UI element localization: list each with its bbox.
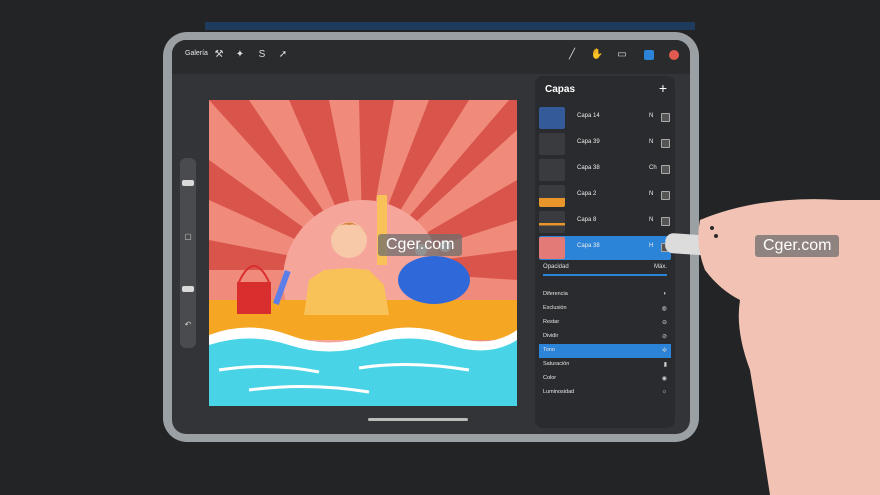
layer-blend-mode[interactable]: N [649,191,653,197]
arrow-icon[interactable]: ➚ [276,48,290,62]
smudge-icon[interactable]: ✋ [590,48,604,62]
background-stripe [205,22,695,30]
eraser-icon[interactable]: ▭ [615,48,629,62]
blend-mode-item[interactable]: Luminosidad ☼ [539,386,671,400]
blend-mode-item[interactable]: Diferencia ◐ [539,288,671,302]
layer-visibility-checkbox[interactable] [661,113,670,122]
color-icon[interactable] [667,48,681,62]
blend-mode-item-selected[interactable]: Tono ✲ [539,344,671,358]
opacity-slider[interactable] [543,274,667,276]
layers-panel-title: Capas [545,84,576,95]
layer-blend-mode[interactable]: H [649,243,653,249]
layer-thumbnail [539,159,565,181]
layer-visibility-checkbox[interactable] [661,191,670,200]
layers-panel: Capas + Capa 14 N Capa 39 N Capa 38 Ch C… [535,76,675,428]
layer-name: Capa 14 [577,113,600,119]
bucket [237,282,271,314]
blend-mode-name: Restar [543,319,560,325]
blend-mode-icon: ◐ [663,291,667,297]
brush-opacity-slider[interactable] [182,286,194,292]
layer-row-selected[interactable]: Capa 38 H [539,236,671,260]
layer-thumbnail [539,211,565,233]
layer-blend-mode[interactable]: N [649,139,653,145]
home-indicator [368,418,468,421]
layer-visibility-checkbox[interactable] [661,243,670,252]
selection-s-icon[interactable]: S [255,48,269,62]
layer-name: Capa 8 [577,217,597,223]
blend-mode-item[interactable]: Restar ⊖ [539,316,671,330]
layer-name: Capa 2 [577,191,597,197]
layer-name: Capa 39 [577,139,600,145]
watermark: Cger.com [378,234,463,256]
blend-mode-name: Exclusión [543,305,567,311]
drawing-canvas[interactable] [209,100,517,406]
opacity-max-label: Máx. [653,264,667,270]
magic-wand-icon[interactable]: ✦ [233,48,247,62]
wrench-icon[interactable]: ⚒ [212,48,226,62]
layer-row[interactable]: Capa 39 N [539,132,671,156]
blend-mode-icon: ◍ [661,306,667,312]
gallery-button[interactable]: Galería [185,50,208,57]
layer-visibility-checkbox[interactable] [661,165,670,174]
blend-mode-icon: ☼ [661,389,668,395]
blend-mode-item[interactable]: Saturación ▮ [539,358,671,372]
blend-mode-name: Color [543,375,557,381]
layer-blend-mode[interactable]: N [649,113,653,119]
blend-mode-icon: ⊖ [661,320,667,326]
layers-icon[interactable] [642,48,656,62]
blend-mode-name: Dividir [543,333,559,339]
blend-mode-icon: ⊘ [661,334,667,340]
layer-thumbnail [539,185,565,207]
layer-thumbnail [539,133,565,155]
layer-thumbnail [539,107,565,129]
brush-size-slider[interactable] [182,180,194,186]
blend-mode-item[interactable]: Dividir ⊘ [539,330,671,344]
blend-mode-item[interactable]: Exclusión ◍ [539,302,671,316]
left-sidebar: ▢ ↶ [180,158,196,348]
kid-face [331,222,367,258]
blend-mode-name: Saturación [543,361,570,367]
layer-name: Capa 38 [577,243,600,249]
top-toolbar: Galería ⚒ ✦ S ➚ ╱ ✋ ▭ [172,40,690,74]
layer-blend-mode[interactable]: Ch [649,165,657,171]
layer-row[interactable]: Capa 38 Ch [539,158,671,182]
layer-blend-mode[interactable]: N [649,217,653,223]
brush-icon[interactable]: ╱ [565,48,579,62]
layer-row[interactable]: Capa 8 N [539,210,671,234]
add-layer-button[interactable]: + [659,80,667,96]
layer-visibility-checkbox[interactable] [661,217,670,226]
watermark: Cger.com [755,235,840,257]
blend-mode-name: Diferencia [543,291,568,297]
blend-mode-icon: ✲ [661,348,667,354]
layer-row[interactable]: Capa 14 N [539,106,671,130]
layer-thumbnail [539,237,565,259]
modify-square-icon[interactable]: ▢ [183,232,193,242]
crab [398,256,470,304]
blend-mode-name: Luminosidad [543,389,575,395]
layer-visibility-checkbox[interactable] [661,139,670,148]
layer-name: Capa 38 [577,165,600,171]
blend-mode-name: Tono [543,347,555,353]
blend-mode-icon: ◉ [661,376,667,382]
opacity-label: Opacidad [543,264,569,270]
blend-mode-icon: ▮ [663,362,667,368]
blend-mode-item[interactable]: Color ◉ [539,372,671,386]
undo-icon[interactable]: ↶ [183,320,193,330]
layer-row[interactable]: Capa 2 N [539,184,671,208]
